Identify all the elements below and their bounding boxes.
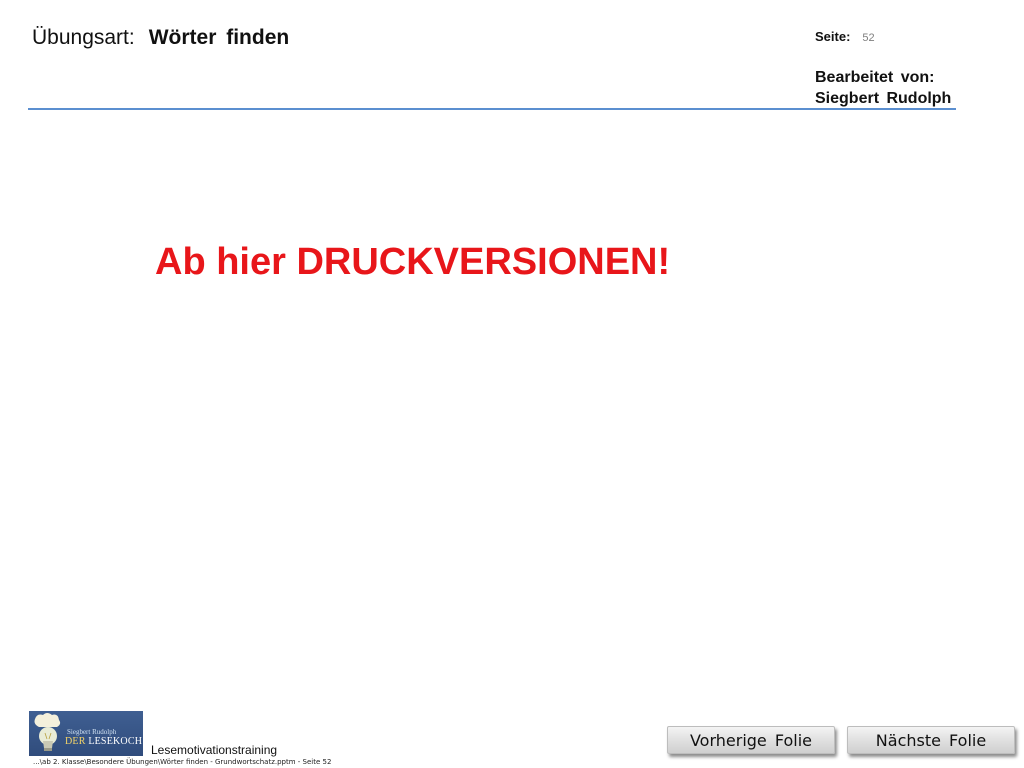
exercise-type: Übungsart: Wörter finden	[32, 26, 289, 50]
print-version-heading: Ab hier DRUCKVERSIONEN!	[155, 241, 671, 283]
page-number: 52	[862, 32, 875, 44]
next-slide-button[interactable]: Nächste Folie	[847, 726, 1015, 754]
exercise-type-label: Übungsart:	[32, 26, 135, 49]
file-path: ...\ab 2. Klasse\Besondere Übungen\Wörte…	[33, 758, 332, 766]
brand-text: Lesemotivationstraining	[151, 743, 278, 757]
slide-page: Übungsart: Wörter finden Seite: 52 Bearb…	[0, 0, 1024, 768]
exercise-type-value: Wörter finden	[148, 26, 290, 49]
header-divider	[28, 108, 956, 110]
previous-slide-button[interactable]: Vorherige Folie	[667, 726, 835, 754]
logo-title-text: DER LESEKOCH	[65, 736, 143, 747]
logo-name-text: Siegbert Rudolph	[67, 728, 117, 736]
page-label: Seite:	[815, 29, 851, 44]
author-label: Bearbeitet von:	[815, 69, 935, 86]
lesekoch-logo: Siegbert Rudolph DER LESEKOCH	[29, 711, 143, 756]
author-block: Bearbeitet von: Siegbert Rudolph	[815, 67, 951, 109]
author-name: Siegbert Rudolph	[815, 90, 952, 107]
page-indicator: Seite: 52	[815, 29, 875, 44]
